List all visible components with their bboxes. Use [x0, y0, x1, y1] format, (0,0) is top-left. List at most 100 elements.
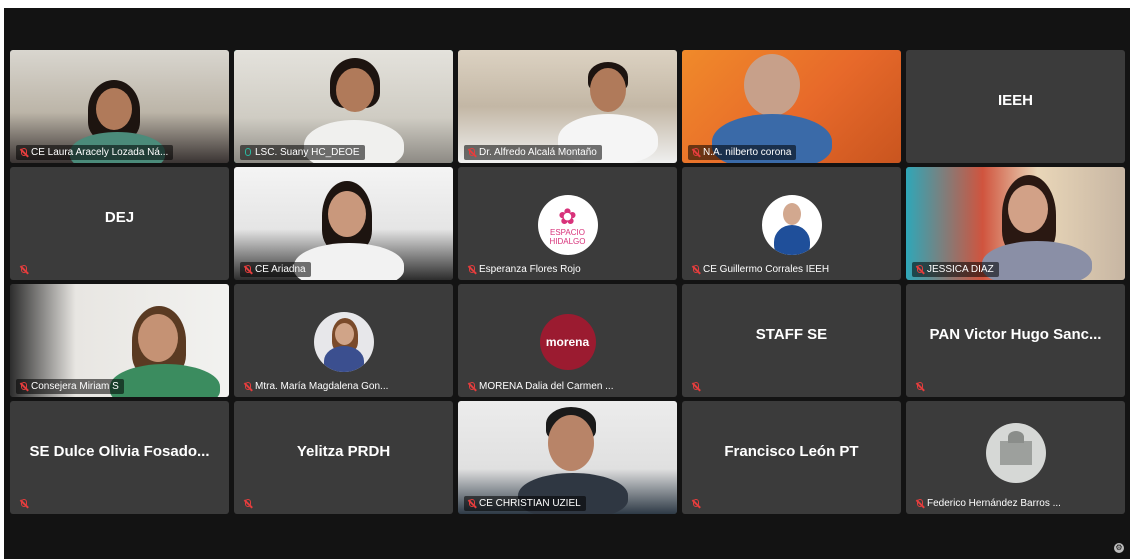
- party-logo-text: morena: [545, 335, 590, 349]
- participant-tile-guillermo[interactable]: CE Guillermo Corrales IEEH: [682, 167, 901, 280]
- mic-on-icon: [243, 147, 252, 158]
- participant-tile-ariadna[interactable]: CE Ariadna: [234, 167, 453, 280]
- participant-tile-christian[interactable]: CE CHRISTIAN UZIEL: [458, 401, 677, 514]
- participant-name: CE Ariadna: [255, 264, 306, 275]
- mic-muted-icon: [691, 147, 700, 158]
- participant-name: LSC. Suany HC_DEOE: [255, 147, 360, 158]
- participant-tile-esperanza[interactable]: ✿ ESPACIO HIDALGO Esperanza Flores Rojo: [458, 167, 677, 280]
- mic-muted-icon: [915, 382, 924, 392]
- participant-name: Dr. Alfredo Alcalá Montaño: [479, 147, 597, 158]
- participant-name: CE CHRISTIAN UZIEL: [479, 498, 581, 509]
- participant-name-tag: Esperanza Flores Rojo: [464, 262, 586, 277]
- participant-name-tag: [240, 497, 257, 511]
- mic-muted-icon: [467, 381, 476, 392]
- participant-name: Consejera Miriam S: [31, 381, 119, 392]
- participant-name-tag: [16, 263, 33, 277]
- participant-avatar: [985, 423, 1046, 483]
- participant-name-tag: MORENA Dalia del Carmen ...: [464, 379, 619, 394]
- participant-name-tag: CE Ariadna: [240, 262, 311, 277]
- participant-name-tag: [16, 497, 33, 511]
- participant-tile-nilberto[interactable]: N.A. nilberto corona: [682, 50, 901, 163]
- mic-muted-icon: [19, 381, 28, 392]
- participant-tile-morena[interactable]: morena MORENA Dalia del Carmen ...: [458, 284, 677, 397]
- participant-tile-suany[interactable]: LSC. Suany HC_DEOE: [234, 50, 453, 163]
- participant-tile-pan-victor[interactable]: PAN Victor Hugo Sanc...: [906, 284, 1125, 397]
- mic-muted-icon: [19, 265, 28, 275]
- mic-muted-icon: [243, 499, 252, 509]
- participant-face: [1008, 185, 1048, 233]
- mic-muted-icon: [243, 264, 252, 275]
- participant-name-tag: CE Laura Aracely Lozada Ná...: [16, 145, 174, 160]
- participant-name: Federico Hernández Barros ...: [927, 498, 1061, 509]
- participant-tile-dej[interactable]: DEJ: [10, 167, 229, 280]
- participant-tile-staff-se[interactable]: STAFF SE: [682, 284, 901, 397]
- participant-name-tag: Consejera Miriam S: [16, 379, 124, 394]
- participant-tile-miriam[interactable]: Consejera Miriam S: [10, 284, 229, 397]
- participant-face: [744, 54, 800, 116]
- mic-muted-icon: [691, 264, 700, 275]
- participant-name-tag: Mtra. María Magdalena Gon...: [240, 379, 393, 394]
- mic-muted-icon: [467, 498, 476, 509]
- participant-display-name: IEEH: [997, 92, 1033, 109]
- party-logo: ✿ ESPACIO HIDALGO: [537, 195, 598, 255]
- participant-name-tag: Dr. Alfredo Alcalá Montaño: [464, 145, 602, 160]
- mic-muted-icon: [19, 147, 28, 158]
- participant-name: CE Guillermo Corrales IEEH: [703, 264, 830, 275]
- participant-body: [323, 346, 364, 372]
- mic-muted-icon: [467, 264, 476, 275]
- participant-name-tag: [912, 380, 929, 394]
- participant-name-tag: LSC. Suany HC_DEOE: [240, 145, 365, 160]
- participant-body: [773, 225, 810, 255]
- participant-display-name: DEJ: [104, 209, 135, 226]
- participant-tile-alfredo[interactable]: Dr. Alfredo Alcalá Montaño: [458, 50, 677, 163]
- participant-name-tag: CE Guillermo Corrales IEEH: [688, 262, 834, 277]
- participant-face: [782, 203, 801, 225]
- building-dome: [1007, 431, 1024, 443]
- participant-tile-dulce[interactable]: SE Dulce Olivia Fosado...: [10, 401, 229, 514]
- participant-name-tag: N.A. nilberto corona: [688, 145, 797, 160]
- participant-face: [96, 88, 132, 130]
- participant-name: CE Laura Aracely Lozada Ná...: [31, 147, 169, 158]
- participant-name-tag: [688, 380, 705, 394]
- participant-name: Mtra. María Magdalena Gon...: [255, 381, 389, 392]
- mic-muted-icon: [467, 147, 476, 158]
- participant-tile-yelitza[interactable]: Yelitza PRDH: [234, 401, 453, 514]
- participant-tile-jessica[interactable]: JESSICA DIAZ: [906, 167, 1125, 280]
- participant-name-tag: JESSICA DIAZ: [912, 262, 999, 277]
- participant-name: MORENA Dalia del Carmen ...: [479, 381, 614, 392]
- participant-tile-federico[interactable]: Federico Hernández Barros ...: [906, 401, 1125, 514]
- participant-face: [328, 191, 366, 237]
- participant-face: [548, 415, 594, 471]
- participant-face: [590, 68, 626, 112]
- participant-name-tag: [688, 497, 705, 511]
- meeting-gallery-view: CE Laura Aracely Lozada Ná... LSC. Suany…: [4, 8, 1130, 559]
- participant-display-name: SE Dulce Olivia Fosado...: [29, 443, 210, 460]
- participant-display-name: Francisco León PT: [724, 443, 859, 460]
- mic-muted-icon: [915, 264, 924, 275]
- party-logo-text: ESPACIO HIDALGO: [549, 228, 586, 246]
- participant-face: [138, 314, 178, 362]
- participant-face: [334, 323, 354, 345]
- party-logo: morena: [539, 314, 596, 370]
- mic-muted-icon: [691, 382, 700, 392]
- participant-display-name: STAFF SE: [755, 326, 828, 343]
- participant-tile-ieeh[interactable]: IEEH: [906, 50, 1125, 163]
- participant-display-name: PAN Victor Hugo Sanc...: [929, 326, 1102, 343]
- building-image: [999, 441, 1032, 465]
- participant-tile-magdalena[interactable]: Mtra. María Magdalena Gon...: [234, 284, 453, 397]
- mic-muted-icon: [243, 381, 252, 392]
- participant-body: [110, 364, 220, 397]
- participant-face: [336, 68, 374, 112]
- participant-name: JESSICA DIAZ: [927, 264, 994, 275]
- participant-name-tag: Federico Hernández Barros ...: [912, 496, 1066, 511]
- participant-name: Esperanza Flores Rojo: [479, 264, 581, 275]
- mic-muted-icon: [691, 499, 700, 509]
- mic-muted-icon: [19, 499, 28, 509]
- participant-tile-francisco[interactable]: Francisco León PT: [682, 401, 901, 514]
- participant-avatar: [761, 195, 822, 255]
- participant-avatar: [313, 312, 374, 372]
- settings-icon[interactable]: ⚙: [1114, 543, 1124, 553]
- participant-name-tag: CE CHRISTIAN UZIEL: [464, 496, 586, 511]
- participant-name: N.A. nilberto corona: [703, 147, 792, 158]
- participant-tile-laura[interactable]: CE Laura Aracely Lozada Ná...: [10, 50, 229, 163]
